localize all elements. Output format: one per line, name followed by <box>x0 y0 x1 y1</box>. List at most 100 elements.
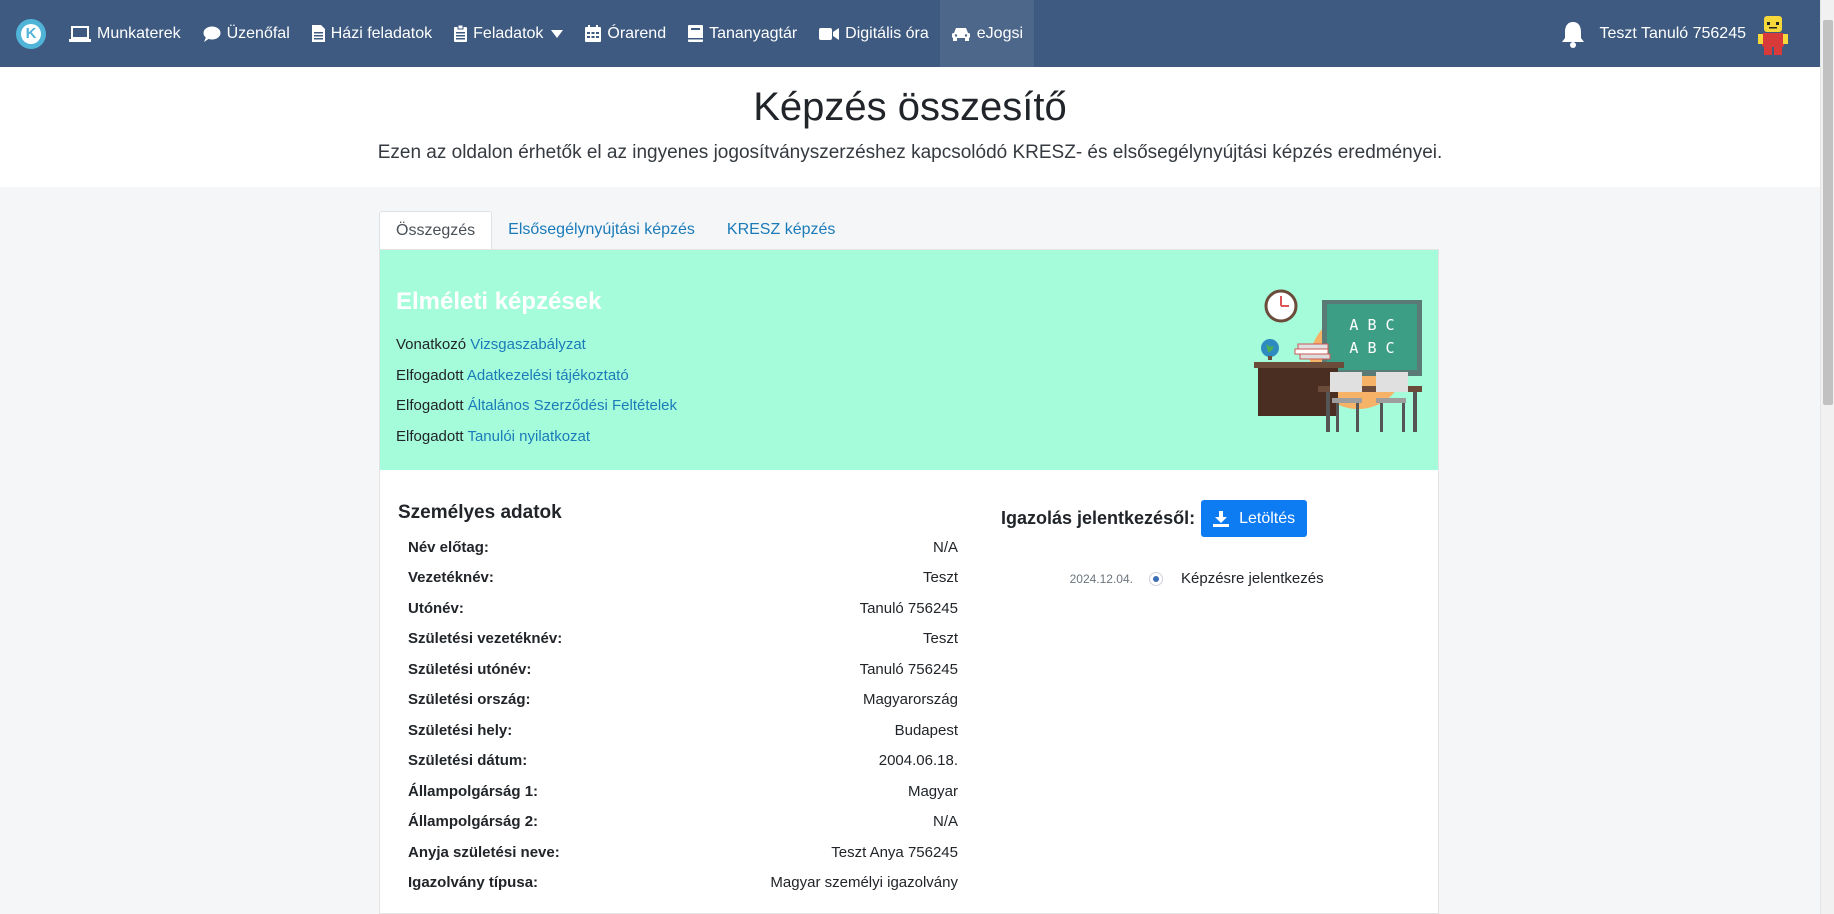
nav-item-ejogsi[interactable]: eJogsi <box>939 0 1035 67</box>
nav-item-label: Órarend <box>607 24 667 42</box>
theory-line-prefix: Elfogadott <box>396 427 464 445</box>
row-value: Magyarország <box>862 691 958 709</box>
row-value: N/A <box>932 813 958 831</box>
certificate-section: Igazolás jelentkezésől: Letöltés <box>1001 500 1308 537</box>
timeline-entry: 2024.12.04. Képzésre jelentkezés <box>1061 570 1324 587</box>
avatar[interactable] <box>1756 14 1790 55</box>
personal-data-row: Születési utónév: Tanuló 756245 <box>398 654 958 685</box>
vizsgaszabalyzat-link[interactable]: Vizsgaszabályzat <box>470 336 586 353</box>
download-icon <box>1213 510 1230 527</box>
row-label: Születési vezetéknév: <box>408 630 563 648</box>
row-label: Állampolgárság 1: <box>408 782 539 800</box>
personal-data-row: Születési hely: Budapest <box>398 715 958 746</box>
nav-item-orarend[interactable]: Órarend <box>574 0 677 67</box>
app-logo[interactable]: K <box>16 18 46 49</box>
row-label: Születési utónév: <box>408 660 532 678</box>
nav-item-digitalis-ora[interactable]: Digitális óra <box>808 0 940 67</box>
row-value: Tanuló 756245 <box>859 599 958 617</box>
personal-data-row: Állampolgárság 1: Magyar <box>398 776 958 807</box>
row-label: Állampolgárság 2: <box>408 813 539 831</box>
row-label: Név előtag: <box>408 538 489 556</box>
top-navbar: K Munkaterek Üzenőfal Házi feladatok Fel… <box>0 0 1820 67</box>
nav-item-label: Házi feladatok <box>330 24 433 42</box>
book-icon <box>688 25 704 42</box>
timeline-text: Képzésre jelentkezés <box>1181 570 1324 587</box>
row-value: 2004.06.18. <box>878 752 958 770</box>
tab-kresz[interactable]: KRESZ képzés <box>711 211 851 249</box>
personal-data-row: Születési vezetéknév: Teszt <box>398 624 958 655</box>
row-value: Magyar személyi igazolvány <box>770 874 958 892</box>
laptop-icon <box>69 25 91 42</box>
bell-icon[interactable] <box>1560 20 1586 48</box>
calendar-icon <box>585 25 602 42</box>
board-text-2: A B C <box>1349 339 1394 357</box>
nav-item-label: Feladatok <box>473 24 544 42</box>
tanuloi-nyilatkozat-link[interactable]: Tanulói nyilatkozat <box>467 428 590 445</box>
row-label: Születési hely: <box>408 721 513 739</box>
theory-line-prefix: Vonatkozó <box>396 336 467 353</box>
theory-panel: Elméleti képzések Vonatkozó Vizsgaszabál… <box>380 250 1438 470</box>
row-value: Teszt Anya 756245 <box>831 843 958 861</box>
personal-data-row: Igazolvány típusa: Magyar személyi igazol… <box>398 868 958 899</box>
adatkezelesi-link[interactable]: Adatkezelési tájékoztató <box>467 367 629 384</box>
nav-item-feladatok[interactable]: Feladatok <box>443 0 574 67</box>
nav-item-label: Munkaterek <box>97 24 181 42</box>
nav-item-label: Tananyagtár <box>709 24 798 42</box>
row-value: Magyar <box>907 782 958 800</box>
row-value: N/A <box>932 538 958 556</box>
personal-data-row: Anyja születési neve: Teszt Anya 756245 <box>398 837 958 868</box>
nav-item-label: eJogsi <box>976 24 1024 42</box>
download-button-label: Letöltés <box>1239 509 1296 527</box>
row-value: Teszt <box>922 569 958 587</box>
personal-data-row: Születési ország: Magyarország <box>398 685 958 716</box>
row-label: Utónév: <box>408 599 464 617</box>
nav-item-label: Üzenőfal <box>226 24 290 42</box>
personal-data-title: Személyes adatok <box>398 502 562 523</box>
user-name[interactable]: Teszt Tanuló 756245 <box>1600 25 1746 43</box>
nav-item-uzenofal[interactable]: Üzenőfal <box>192 0 301 67</box>
document-icon <box>311 25 325 42</box>
row-value: Budapest <box>894 721 958 739</box>
nav-item-hazi-feladatok[interactable]: Házi feladatok <box>301 0 443 67</box>
page-title: Képzés összesítő <box>753 85 1067 129</box>
chat-bubble-icon <box>203 26 221 42</box>
personal-data-row: Név előtag: N/A <box>398 532 958 563</box>
row-label: Születési dátum: <box>408 752 528 770</box>
user-area: Teszt Tanuló 756245 <box>1560 0 1820 67</box>
row-label: Igazolvány típusa: <box>408 874 539 892</box>
board-text-1: A B C <box>1349 316 1394 334</box>
scrollbar-thumb[interactable] <box>1823 20 1833 405</box>
row-value: Tanuló 756245 <box>859 660 958 678</box>
car-icon <box>951 27 971 41</box>
page-subtitle: Ezen az oldalon érhetők el az ingyenes j… <box>377 142 1443 163</box>
nav-item-tananyagtar[interactable]: Tananyagtár <box>677 0 808 67</box>
tab-osszegzes[interactable]: Összegzés <box>379 211 493 249</box>
personal-data-row: Utónév: Tanuló 756245 <box>398 593 958 624</box>
tab-bar: Összegzés Elsősegélynyújtási képzés KRES… <box>379 211 851 249</box>
download-button[interactable]: Letöltés <box>1201 500 1308 537</box>
aszf-link[interactable]: Általános Szerződési Feltételek <box>468 397 677 414</box>
certificate-label: Igazolás jelentkezésől: <box>1001 508 1196 528</box>
logo-letter: K <box>21 23 41 44</box>
theory-line-prefix: Elfogadott <box>396 366 464 384</box>
nav-item-munkaterek[interactable]: Munkaterek <box>58 0 192 67</box>
timeline-dot-icon <box>1149 571 1163 586</box>
clipboard-icon <box>454 25 468 42</box>
tab-elsosegely[interactable]: Elsősegélynyújtási képzés <box>492 211 711 249</box>
theory-line-prefix: Elfogadott <box>396 397 464 414</box>
timeline-date: 2024.12.04. <box>1069 571 1133 586</box>
personal-data-row: Vezetéknév: Teszt <box>398 563 958 594</box>
classroom-illustration: A B C A B C <box>1254 289 1422 432</box>
personal-data-row: Születési dátum: 2004.06.18. <box>398 746 958 777</box>
summary-card: Elméleti képzések Vonatkozó Vizsgaszabál… <box>379 249 1439 914</box>
row-label: Vezetéknév: <box>408 569 494 587</box>
row-label: Anyja születési neve: <box>408 843 560 861</box>
page-scrollbar[interactable] <box>1820 0 1834 914</box>
row-value: Teszt <box>922 630 958 648</box>
nav-item-label: Digitális óra <box>845 24 929 42</box>
page-header: Képzés összesítő Ezen az oldalon érhetők… <box>0 67 1820 187</box>
row-label: Születési ország: <box>408 691 531 709</box>
video-camera-icon <box>819 27 840 41</box>
personal-data-row: Állampolgárság 2: N/A <box>398 807 958 838</box>
personal-data-section: Személyes adatok Név előtag: N/A Vezetékn… <box>398 502 958 898</box>
